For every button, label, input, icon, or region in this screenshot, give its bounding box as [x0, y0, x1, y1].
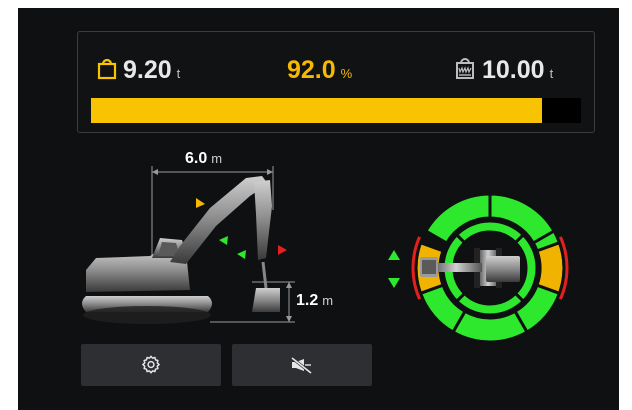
bucket-direction-arrow	[278, 245, 287, 255]
settings-button[interactable]	[81, 344, 221, 386]
excavator-side-view	[82, 176, 280, 324]
mute-alarm-icon	[291, 356, 312, 375]
gear-icon	[142, 355, 160, 374]
slew-warning-zone	[535, 240, 566, 296]
arm-direction-arrow	[219, 236, 228, 245]
stick-direction-arrow	[237, 250, 246, 259]
boom-direction-arrow	[196, 198, 205, 208]
slew-left-up-arrow	[388, 250, 400, 260]
height-dimension-line	[210, 281, 295, 323]
slew-left-down-arrow	[388, 278, 400, 288]
mute-alarm-button[interactable]	[232, 344, 372, 386]
